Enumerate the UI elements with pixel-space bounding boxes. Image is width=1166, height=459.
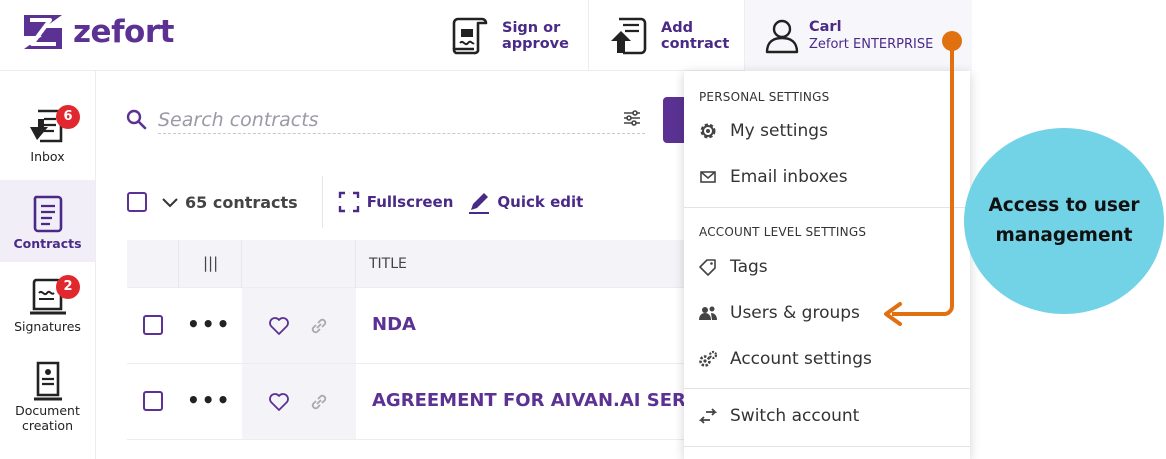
contract-count: 65 contracts: [185, 192, 298, 212]
column-settings-handle[interactable]: |||: [179, 240, 242, 288]
sidebar-item-inbox[interactable]: Inbox 6: [0, 105, 95, 175]
contracts-table: ||| TITLE ••• NDA ••• AGREEMENT FOR AIVA…: [127, 240, 745, 440]
user-icon: [765, 19, 799, 53]
zefort-logo[interactable]: zefort: [20, 12, 174, 52]
inbox-count-badge: 6: [56, 105, 80, 129]
users-icon: [699, 306, 717, 320]
fullscreen-icon: [338, 191, 359, 213]
select-all-checkbox[interactable]: [127, 192, 147, 212]
envelope-icon: [700, 171, 716, 183]
user-name: Carl: [809, 18, 842, 35]
brand-name: zefort: [73, 14, 174, 50]
account-settings-heading: ACCOUNT LEVEL SETTINGS: [699, 225, 867, 239]
user-settings-menu: PERSONAL SETTINGS My settings Email inbo…: [684, 71, 970, 459]
left-sidebar: Inbox 6 Contracts Signatures 2 Document …: [0, 71, 96, 459]
user-info: Carl Zefort ENTERPRISE: [809, 19, 933, 53]
menu-item-my-settings[interactable]: My settings: [698, 121, 828, 141]
row-more-options[interactable]: •••: [187, 312, 231, 336]
menu-divider: [684, 388, 970, 389]
user-menu-button[interactable]: Carl Zefort ENTERPRISE: [744, 0, 972, 71]
document-creation-icon: [33, 361, 62, 401]
search-input[interactable]: [158, 106, 645, 134]
contract-search: [125, 106, 645, 134]
menu-item-tags[interactable]: Tags: [698, 257, 768, 277]
personal-settings-heading: PERSONAL SETTINGS: [699, 90, 830, 104]
link-icon[interactable]: [308, 315, 330, 337]
filter-settings-icon[interactable]: [622, 108, 642, 128]
sidebar-item-signatures[interactable]: Signatures 2: [0, 275, 95, 345]
annotation-bubble: Access to user management: [964, 128, 1164, 314]
contracts-icon: [33, 195, 62, 233]
chevron-down-icon[interactable]: [161, 193, 179, 211]
table-row[interactable]: ••• AGREEMENT FOR AIVAN.AI SERVICES: [127, 364, 745, 440]
table-header: ||| TITLE: [127, 240, 687, 288]
toolbar-divider: [321, 176, 323, 228]
user-organization: Zefort ENTERPRISE: [809, 36, 934, 52]
sign-or-approve-button[interactable]: Sign or approve: [450, 0, 588, 71]
row-checkbox[interactable]: [143, 391, 163, 411]
tag-icon: [699, 259, 716, 276]
signatures-count-badge: 2: [56, 275, 80, 299]
heart-icon[interactable]: [268, 315, 290, 337]
heart-icon[interactable]: [268, 391, 290, 413]
row-more-options[interactable]: •••: [187, 388, 231, 412]
annotation-text: Access to user management: [988, 195, 1140, 246]
contracts-toolbar: 65 contracts Fullscreen Quick edit: [127, 176, 583, 228]
search-icon: [126, 109, 147, 130]
quick-edit-button[interactable]: Quick edit: [467, 190, 583, 214]
row-actions: [242, 288, 356, 363]
gears-icon: [699, 350, 718, 367]
switch-arrows-icon: [698, 408, 718, 424]
add-contract-button[interactable]: Add contract: [588, 0, 744, 71]
sign-label: Sign or approve: [502, 19, 569, 52]
header-select-cell: [127, 240, 179, 288]
menu-item-users-groups[interactable]: Users & groups: [698, 303, 860, 323]
menu-divider: [684, 207, 970, 208]
row-checkbox[interactable]: [143, 315, 163, 335]
document-sign-icon: [452, 17, 488, 54]
upload-document-icon: [611, 17, 647, 54]
fullscreen-button[interactable]: Fullscreen: [337, 190, 453, 214]
add-contract-label: Add contract: [661, 19, 730, 52]
table-row[interactable]: ••• NDA: [127, 288, 687, 364]
menu-divider: [684, 446, 970, 447]
zefort-logo-icon: [24, 15, 62, 49]
contract-title-link[interactable]: NDA: [372, 314, 416, 335]
sidebar-item-document-creation[interactable]: Document creation: [0, 359, 95, 439]
header-actions-cell: [242, 240, 356, 288]
pen-icon: [469, 193, 490, 214]
menu-item-email-inboxes[interactable]: Email inboxes: [698, 167, 848, 187]
row-actions: [242, 364, 356, 439]
top-header: zefort Sign or approve Add contract Carl…: [0, 0, 972, 71]
link-icon[interactable]: [308, 391, 330, 413]
menu-item-switch-account[interactable]: Switch account: [698, 406, 859, 426]
sidebar-item-contracts[interactable]: Contracts: [0, 180, 95, 262]
menu-item-account-settings[interactable]: Account settings: [698, 349, 872, 369]
column-header-title[interactable]: TITLE: [369, 256, 407, 272]
gear-icon: [700, 123, 716, 139]
